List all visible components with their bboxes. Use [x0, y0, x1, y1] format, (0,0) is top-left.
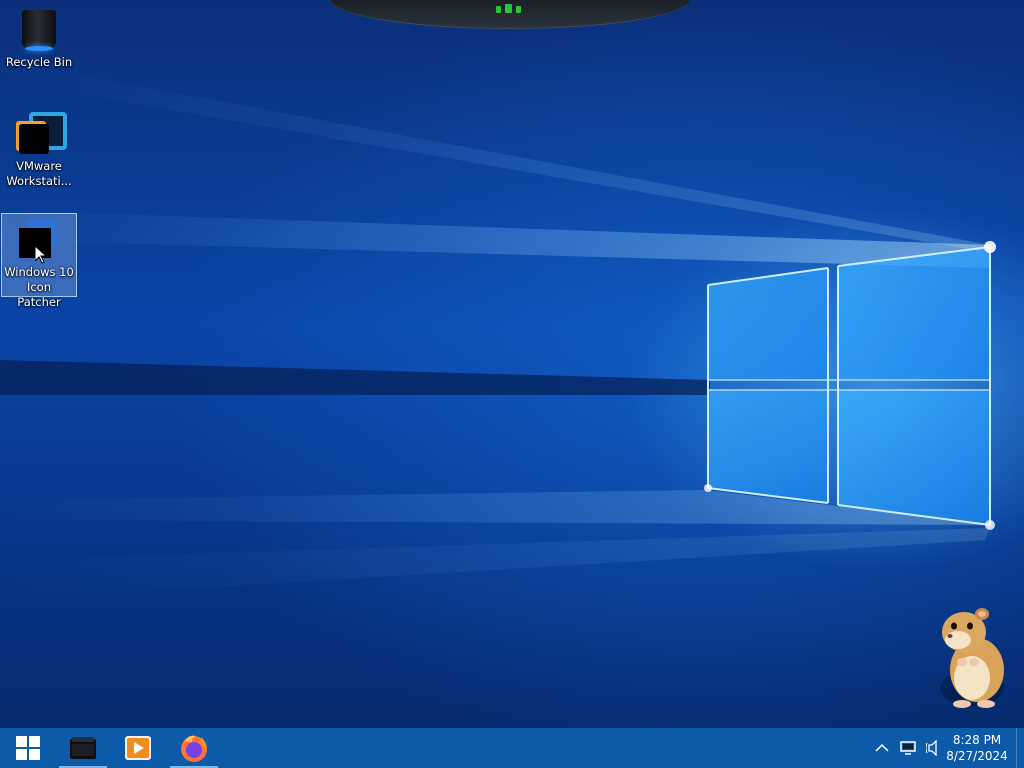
desktop-icon-vmware-workstation[interactable]: VMware Workstati... — [1, 108, 77, 192]
clock-date: 8/27/2024 — [946, 749, 1008, 763]
dock-indicator-icon — [516, 6, 521, 13]
desktop-icon-label: Recycle Bin — [5, 55, 73, 69]
desktop-icon-label: VMware Workstati... — [6, 159, 72, 188]
media-player-icon — [125, 736, 151, 760]
display-icon — [900, 741, 916, 755]
dock-indicator-icon — [505, 4, 512, 13]
firefox-icon — [181, 735, 207, 762]
taskbar-app-dark-app[interactable] — [57, 728, 109, 768]
windows-start-icon — [16, 736, 40, 760]
hamster-desktop-pet[interactable] — [922, 600, 1012, 710]
speaker-icon — [926, 740, 937, 756]
dark-app-icon — [70, 737, 96, 759]
taskbar-clock[interactable]: 8:28 PM 8/27/2024 — [940, 732, 1014, 764]
desktop-icon-label: Windows 10 Icon Patcher — [4, 265, 74, 309]
dock-indicator-icon — [496, 6, 501, 13]
recycle-bin-icon — [15, 6, 63, 54]
icon-patcher-icon — [15, 216, 63, 264]
vmware-workstation-icon — [15, 110, 67, 158]
windows-logo-light-art — [0, 60, 996, 600]
clock-time: 8:28 PM — [952, 733, 1002, 747]
chevron-up-icon — [875, 743, 889, 752]
desktop-wallpaper — [0, 0, 1024, 728]
desktop-icon-windows-10-icon-patcher[interactable]: Windows 10 Icon Patcher — [1, 213, 77, 309]
taskbar-app-media-player[interactable] — [112, 728, 164, 768]
desktop-icon-recycle-bin[interactable]: Recycle Bin — [1, 4, 77, 88]
start-button[interactable] — [2, 728, 54, 768]
mouse-cursor-icon — [35, 246, 47, 264]
show-hidden-icons-button[interactable] — [872, 738, 892, 758]
show-desktop-button[interactable] — [1016, 728, 1024, 768]
taskbar-app-firefox[interactable] — [168, 728, 220, 768]
taskbar: 8:28 PM 8/27/2024 — [0, 728, 1024, 768]
network-tray-button[interactable] — [898, 738, 918, 758]
